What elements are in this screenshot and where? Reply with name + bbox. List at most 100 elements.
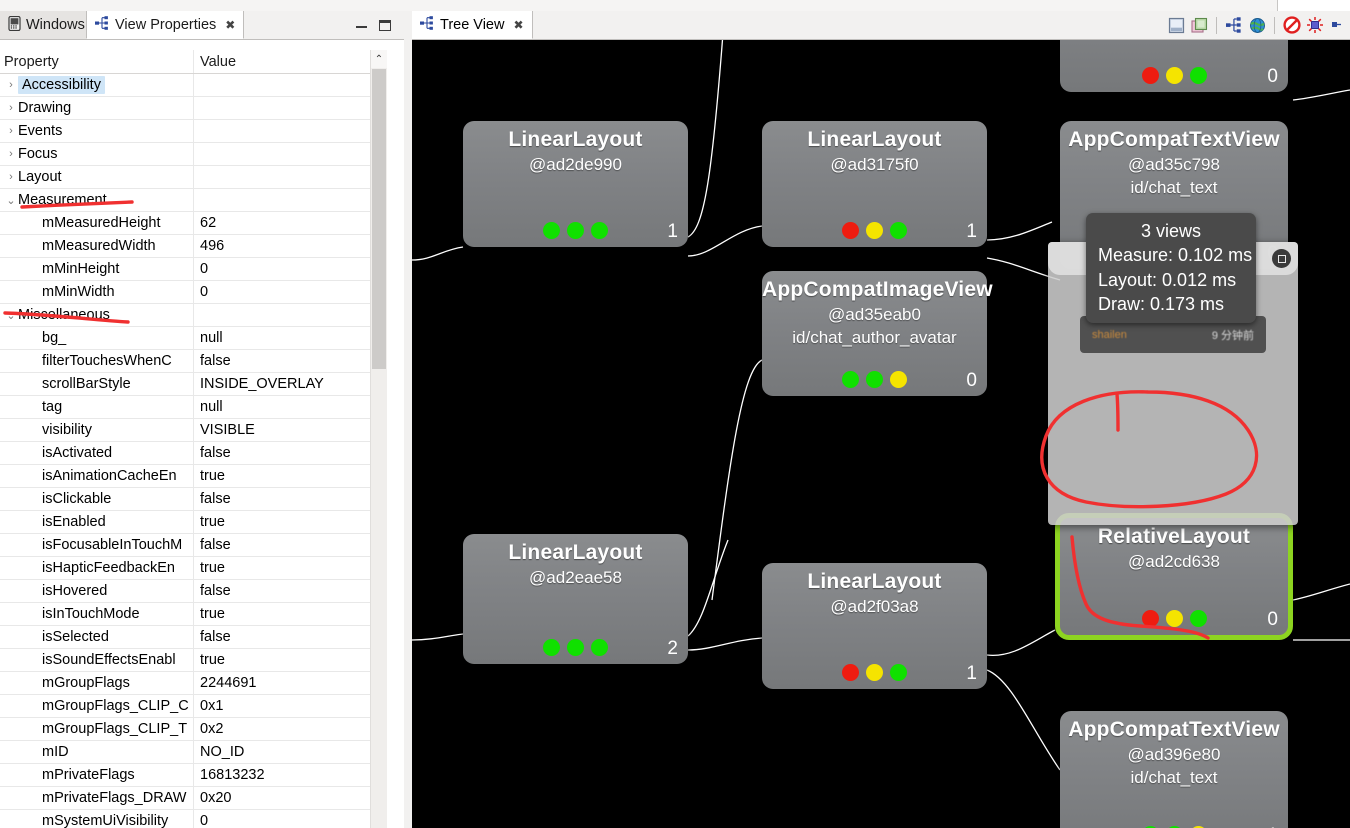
perf-dot-green [890,222,907,239]
scrollbar-thumb[interactable] [372,69,386,369]
property-name: isInTouchMode [42,606,140,622]
save-as-png-button[interactable] [1166,15,1186,35]
invalidate-layout-button[interactable] [1305,15,1325,35]
table-row[interactable]: › Accessibility [0,74,404,97]
chevron-down-icon[interactable]: ⌄ [4,309,18,322]
tab-windows[interactable]: Windows [0,11,94,39]
scroll-up-icon[interactable]: ⌃ [371,50,387,68]
tree-node[interactable]: LinearLayout @ad2eae58 2 [463,534,688,664]
minimize-button[interactable] [350,11,372,39]
chevron-right-icon[interactable]: › [4,148,18,160]
table-row[interactable]: isHapticFeedbackEn true [0,557,404,580]
perf-dot-green [567,639,584,656]
node-child-count: 1 [966,663,977,684]
table-row[interactable]: mMinHeight 0 [0,258,404,281]
tab-tree-view[interactable]: Tree View ✖ [412,11,533,39]
table-row[interactable]: mGroupFlags 2244691 [0,672,404,695]
tree-view-panel: Tree View ✖ 0 LinearLayout @ad2de990 1 L… [412,11,1350,828]
node-perf-indicators [762,222,987,239]
node-title: LinearLayout [508,541,643,564]
table-row[interactable]: isSoundEffectsEnabl true [0,649,404,672]
table-row[interactable]: isAnimationCacheEn true [0,465,404,488]
maximize-button[interactable] [374,11,396,39]
request-layout-button[interactable] [1328,15,1348,35]
tree-canvas[interactable]: 0 LinearLayout @ad2de990 1 LinearLayout @ad31… [412,40,1350,828]
tree-node[interactable]: 0 [1060,40,1288,92]
table-row[interactable]: mPrivateFlags_DRAW 0x20 [0,787,404,810]
property-name: Drawing [18,100,72,116]
tree-node[interactable]: LinearLayout @ad3175f0 1 [762,121,987,247]
tree-node[interactable]: LinearLayout @ad2de990 1 [463,121,688,247]
display-tree-button[interactable] [1224,15,1244,35]
property-name-cell: › Events [0,120,194,142]
table-row[interactable]: mMinWidth 0 [0,281,404,304]
table-row[interactable]: isFocusableInTouchM false [0,534,404,557]
table-row[interactable]: › Drawing [0,97,404,120]
device-icon [8,15,21,35]
node-perf-indicators [762,371,987,388]
table-row[interactable]: filterTouchesWhenC false [0,350,404,373]
table-row[interactable]: isHovered false [0,580,404,603]
table-row[interactable]: mMeasuredHeight 62 [0,212,404,235]
table-row[interactable]: mSystemUiVisibility 0 [0,810,404,828]
tree-node[interactable]: AppCompatTextView@ad396e80id/chat_text1 [1060,711,1288,828]
table-row[interactable]: › Events [0,120,404,143]
table-row[interactable]: › Layout [0,166,404,189]
property-value: INSIDE_OVERLAY [200,376,324,392]
fullscreen-icon[interactable] [1272,249,1291,268]
property-value: 0 [200,284,209,300]
table-row[interactable]: › Focus [0,143,404,166]
tab-view-properties[interactable]: View Properties ✖ [86,11,245,39]
perf-dot-yellow [1165,610,1183,627]
left-tabbar: Windows View Properties ✖ [0,11,404,40]
tree-node[interactable]: AppCompatImageView @ad35eab0 id/chat_autho… [762,271,993,396]
chevron-right-icon[interactable]: › [4,79,18,91]
hierarchy-icon [420,15,435,34]
tree-node[interactable]: RelativeLayout @ad2cd638 0 [1055,513,1293,640]
table-row[interactable]: isActivated false [0,442,404,465]
property-value: true [200,514,225,530]
perf-dot-yellow [1165,67,1183,84]
perf-dot-green [591,639,608,656]
table-row[interactable]: mGroupFlags_CLIP_T 0x2 [0,718,404,741]
capture-layers-button[interactable] [1189,15,1209,35]
table-row[interactable]: visibility VISIBLE [0,419,404,442]
property-name: mGroupFlags_CLIP_C [42,698,189,714]
chevron-down-icon[interactable]: ⌄ [4,194,18,207]
chevron-right-icon[interactable]: › [4,125,18,137]
node-title: AppCompatImageView [762,278,993,301]
perf-dot-red [842,664,859,681]
table-row[interactable]: scrollBarStyle INSIDE_OVERLAY [0,373,404,396]
table-row[interactable]: mMeasuredWidth 496 [0,235,404,258]
table-row[interactable]: bg_ null [0,327,404,350]
table-row[interactable]: isEnabled true [0,511,404,534]
perf-dot-red [842,222,859,239]
table-row[interactable]: mGroupFlags_CLIP_C 0x1 [0,695,404,718]
table-row[interactable]: isInTouchMode true [0,603,404,626]
property-name: tag [42,399,63,415]
property-name-cell: mGroupFlags_CLIP_T [0,718,194,740]
perf-dot-green [842,371,859,388]
property-name: Measurement [18,192,107,208]
table-row[interactable]: mPrivateFlags 16813232 [0,764,404,787]
close-icon[interactable]: ✖ [513,18,523,32]
tab-view-properties-label: View Properties [115,16,217,33]
load-view-hierarchy-button[interactable] [1247,15,1267,35]
table-row[interactable]: isSelected false [0,626,404,649]
property-name: mMinHeight [42,261,120,277]
table-row[interactable]: ⌄ Miscellaneous [0,304,404,327]
property-value: false [200,537,231,553]
panel-divider[interactable] [404,11,412,828]
preview-timestamp: 9 分钟前 [1211,329,1254,342]
node-perf-indicators [762,664,987,681]
table-row[interactable]: tag null [0,396,404,419]
table-row[interactable]: ⌄ Measurement [0,189,404,212]
tree-node[interactable]: LinearLayout @ad2f03a8 1 [762,563,987,689]
stop-button[interactable] [1282,15,1302,35]
chevron-right-icon[interactable]: › [4,102,18,114]
chevron-right-icon[interactable]: › [4,171,18,183]
close-icon[interactable]: ✖ [225,18,235,32]
table-row[interactable]: mID NO_ID [0,741,404,764]
table-row[interactable]: isClickable false [0,488,404,511]
properties-scrollbar[interactable]: ⌃ [370,50,387,828]
